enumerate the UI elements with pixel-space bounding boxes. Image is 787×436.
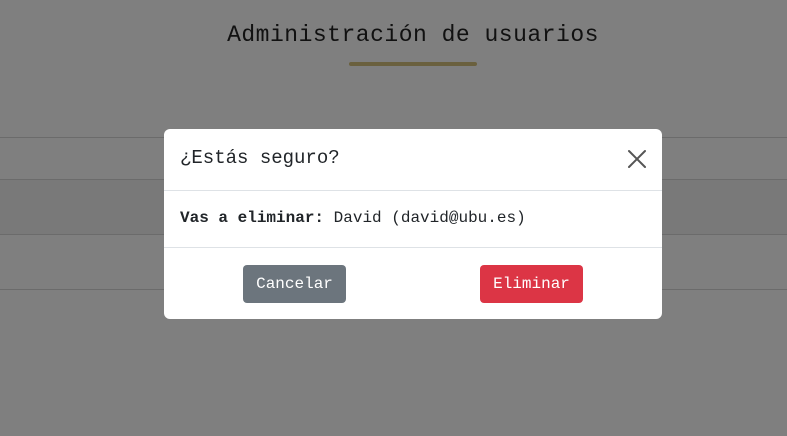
delete-target-value: David (david@ubu.es)	[333, 209, 526, 227]
modal-body: Vas a eliminar: David (david@ubu.es)	[164, 191, 662, 248]
modal-header: ¿Estás seguro?	[164, 129, 662, 191]
confirm-delete-dialog: ¿Estás seguro? Vas a eliminar: David (da…	[164, 129, 662, 319]
delete-target-label: Vas a eliminar:	[180, 209, 325, 227]
delete-target-text: Vas a eliminar: David (david@ubu.es)	[180, 209, 526, 227]
user-admin-page: Administración de usuarios ¿Estás seguro…	[0, 0, 787, 436]
cancel-button[interactable]: Cancelar	[243, 265, 346, 303]
close-button[interactable]	[626, 148, 648, 170]
delete-button[interactable]: Eliminar	[480, 265, 583, 303]
modal-title: ¿Estás seguro?	[180, 147, 340, 169]
close-icon	[628, 150, 646, 168]
